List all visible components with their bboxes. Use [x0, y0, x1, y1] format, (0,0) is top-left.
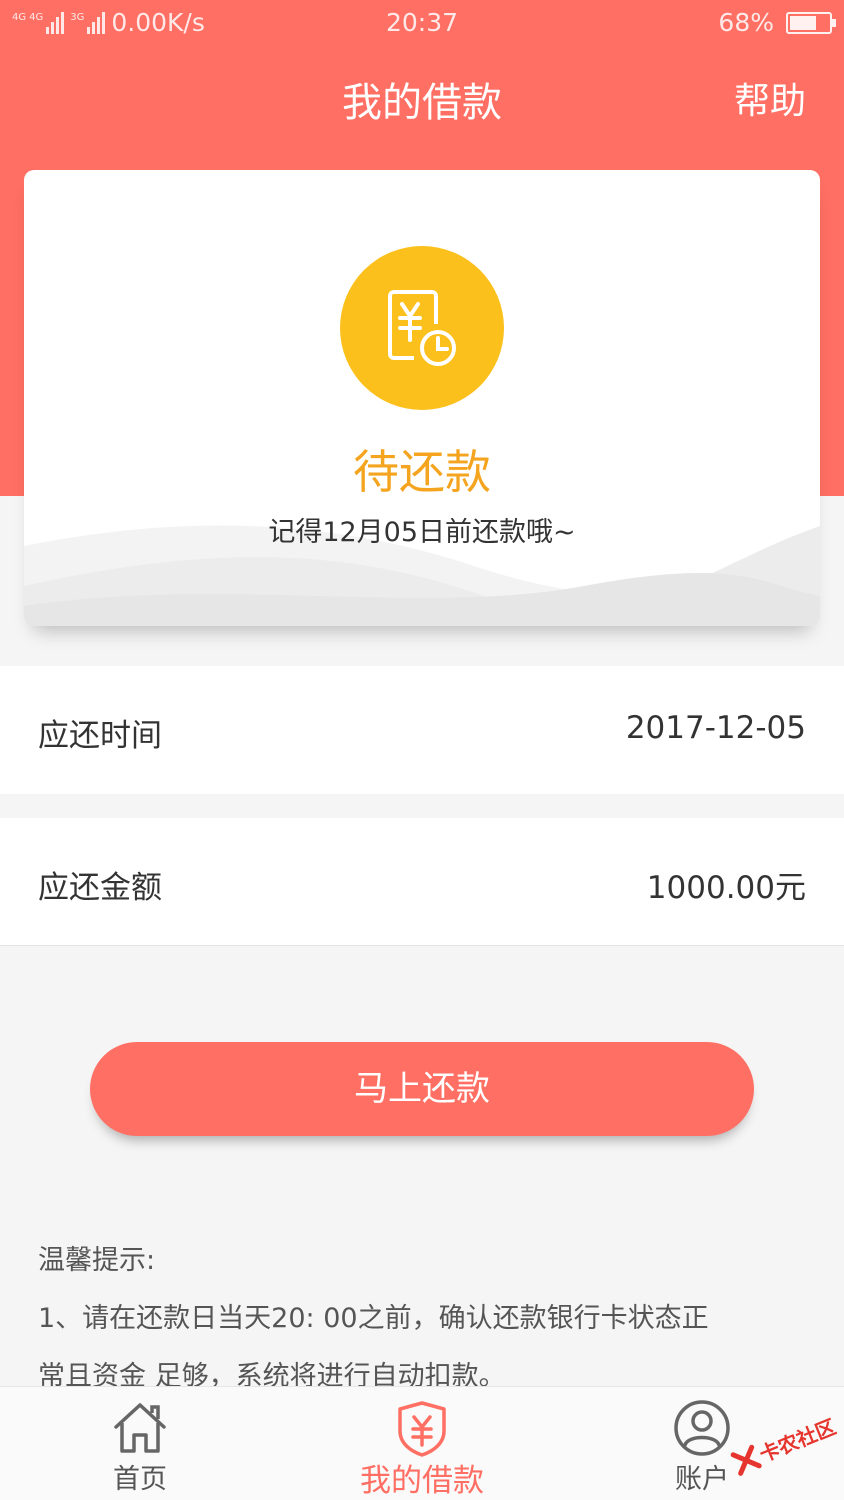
- user-icon: [674, 1400, 730, 1456]
- status-right: 68%: [718, 8, 836, 37]
- tips-section: 温馨提示: 1、请在还款日当天20: 00之前，确认还款银行卡状态正 常且资金 …: [38, 1232, 808, 1406]
- tips-title: 温馨提示:: [38, 1245, 156, 1276]
- due-date-row: 应还时间 2017-12-05: [0, 666, 844, 794]
- page-title: 我的借款: [342, 80, 502, 126]
- home-icon: [114, 1403, 166, 1453]
- status-time: 20:37: [385, 8, 459, 37]
- repay-now-button[interactable]: 马上还款: [90, 1042, 754, 1136]
- tab-my-loan-label: 我的借款: [360, 1463, 484, 1499]
- due-date-value: 2017-12-05: [625, 710, 806, 746]
- status-circle: [340, 246, 504, 410]
- loan-status-card: 待还款 记得12月05日前还款哦~: [24, 170, 820, 626]
- battery-level: [790, 15, 816, 30]
- battery-percent: 68%: [718, 8, 774, 37]
- loan-status-message: 记得12月05日前还款哦~: [268, 517, 576, 548]
- tab-my-loan[interactable]: 我的借款: [342, 1393, 502, 1499]
- yuan-shield-icon: [398, 1401, 446, 1457]
- due-date-label: 应还时间: [38, 718, 162, 754]
- yuan-clock-icon: [388, 290, 456, 366]
- tab-home-label: 首页: [113, 1464, 167, 1495]
- due-amount-value: 1000.00元: [646, 870, 806, 906]
- tab-home[interactable]: 首页: [60, 1393, 220, 1497]
- due-amount-row: 应还金额 1000.00元: [0, 818, 844, 946]
- bottom-tab-bar: 首页 我的借款 账户: [0, 1386, 844, 1500]
- status-bar: 4G 4G 3G 0.00K/s 20:37 68%: [0, 0, 844, 46]
- due-amount-label: 应还金额: [38, 870, 162, 906]
- tips-line-1: 1、请在还款日当天20: 00之前，确认还款银行卡状态正: [38, 1303, 709, 1334]
- help-button[interactable]: 帮助: [734, 72, 806, 124]
- battery-icon: [786, 11, 836, 34]
- loan-status-label: 待还款: [353, 445, 491, 499]
